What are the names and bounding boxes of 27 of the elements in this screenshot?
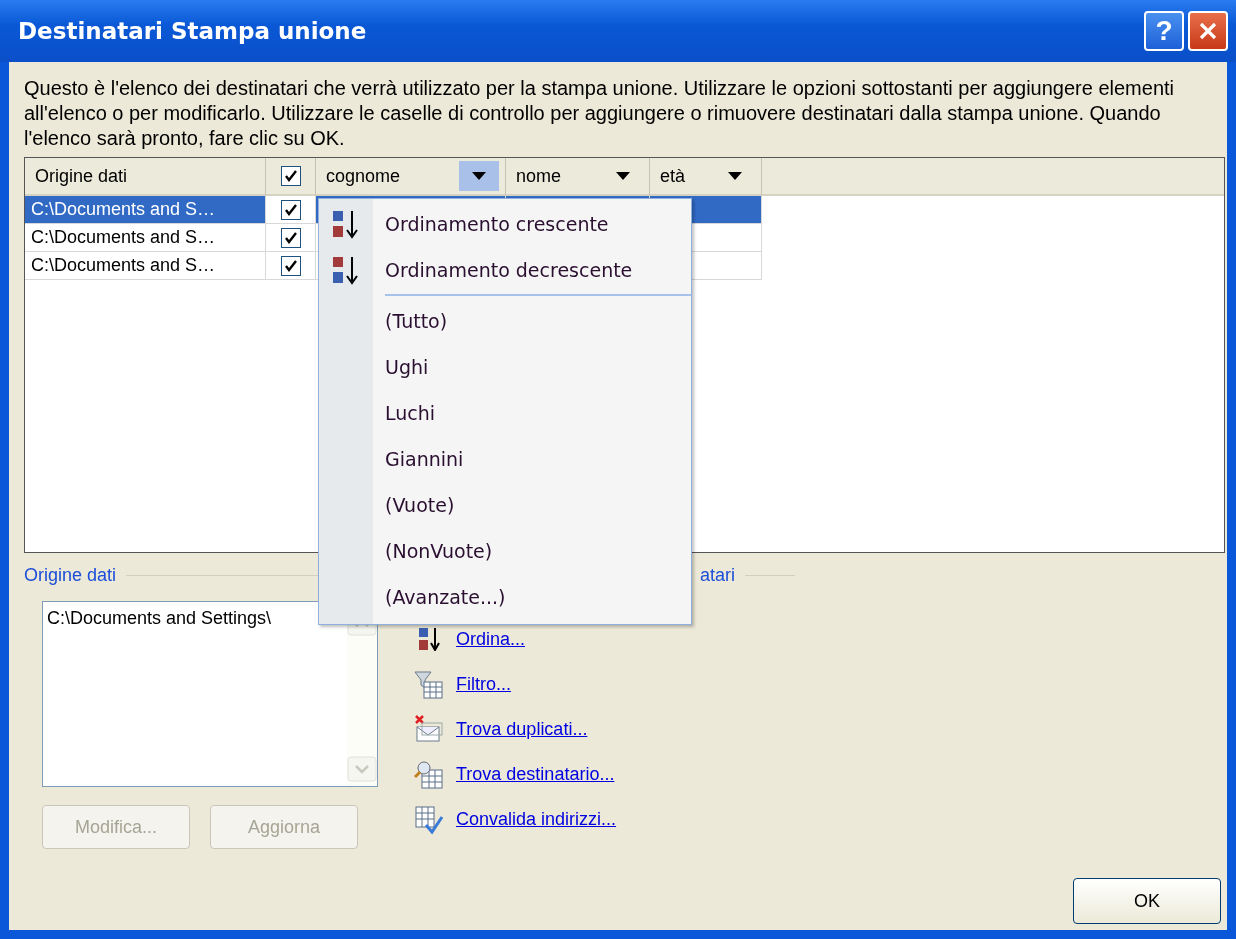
link[interactable]: Trova destinatario...: [456, 764, 615, 785]
description-text: Questo è l'elenco dei destinatari che verrà utilizzato per la stampa unione. Utilizzare le opzioni sottostanti per aggiungere elementi all'elenco o per modificarlo. Utilizzare le caselle di controllo per aggiungere o rimuovere destinatari dalla stampa unione. Quando l'elenco sarà pronto, fare clic su OK.: [24, 76, 1176, 151]
link[interactable]: Convalida indirizzi...: [456, 809, 617, 830]
column-header[interactable]: cognome: [316, 158, 506, 196]
column-header[interactable]: nome: [506, 158, 650, 196]
table-cell: C:\Documents and S…: [25, 196, 266, 224]
section-heading: Origine dati: [24, 564, 117, 586]
menu-item[interactable]: (Vuote): [319, 482, 691, 528]
table-cell: C:\Documents and S…: [25, 224, 266, 252]
link[interactable]: Trova duplicati...: [456, 719, 588, 740]
menu-item[interactable]: Ordinamento decrescente: [319, 247, 691, 293]
window-title: Destinatari Stampa unione: [18, 18, 367, 44]
ok-button[interactable]: OK: [1073, 878, 1221, 924]
menu-item[interactable]: Ughi: [319, 344, 691, 390]
column-header[interactable]: età: [650, 158, 762, 196]
menu-item[interactable]: Luchi: [319, 390, 691, 436]
data-source-list[interactable]: C:\Documents and Settings\: [42, 601, 378, 787]
menu-item[interactable]: Giannini: [319, 436, 691, 482]
help-button[interactable]: ?: [1144, 11, 1184, 51]
column-header[interactable]: Origine dati: [25, 158, 266, 196]
menu-item[interactable]: (NonVuote): [319, 528, 691, 574]
link[interactable]: Filtro...: [456, 674, 511, 695]
table-cell: C:\Documents and S…: [25, 252, 266, 280]
menu-item[interactable]: (Tutto): [319, 298, 691, 344]
section-heading: atari: [700, 564, 735, 586]
link[interactable]: Ordina...: [456, 629, 526, 650]
menu-item[interactable]: Ordinamento crescente: [319, 201, 691, 247]
